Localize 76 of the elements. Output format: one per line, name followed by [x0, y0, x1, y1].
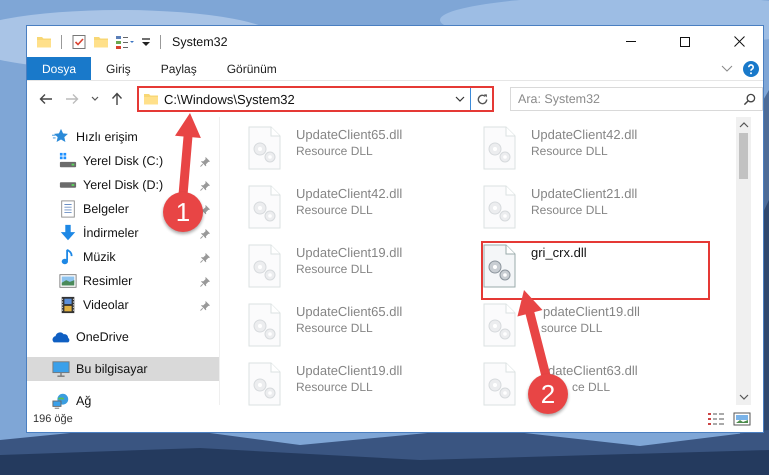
refresh-icon[interactable] [476, 92, 489, 106]
window-title: System32 [172, 34, 228, 48]
large-icons-view-icon[interactable] [733, 412, 751, 426]
pin-icon[interactable] [200, 300, 211, 310]
back-arrow-icon[interactable] [39, 93, 53, 105]
sidebar-item[interactable]: İndirmeler [83, 226, 139, 240]
file-item[interactable]: gri_crx.dll [481, 241, 710, 300]
scrollbar[interactable] [736, 117, 751, 405]
pin-icon[interactable] [200, 276, 211, 286]
ribbon-tab[interactable]: Paylaş [146, 57, 212, 80]
file-name: UpdateClient65.dll [296, 127, 402, 142]
file-type: Resource DLL [296, 262, 373, 276]
file-name: UpdateClient19.dll [296, 363, 402, 378]
drive-icon [59, 152, 77, 170]
scroll-up-icon[interactable] [738, 122, 748, 128]
close-icon [734, 36, 744, 47]
drive-icon [59, 181, 77, 189]
checklist-icon[interactable] [71, 34, 87, 50]
address-bar[interactable]: C:\Windows\System32 [137, 86, 494, 112]
file-name: gri_crx.dll [531, 245, 587, 260]
pin-icon[interactable] [200, 252, 211, 262]
file-type: Resource DLL [531, 144, 608, 158]
file-type: Resource DLL [296, 380, 373, 394]
file-type: Resource DLL [296, 144, 373, 158]
chevron-down-icon[interactable] [91, 96, 99, 102]
chevron-down-icon[interactable] [455, 96, 465, 102]
file-name: UpdateClient21.dll [531, 186, 638, 201]
sidebar-item[interactable]: Videolar [83, 298, 129, 312]
file-name: UpdateClient65.dll [296, 304, 402, 319]
item-count: 196 öğe [33, 412, 73, 424]
pin-icon[interactable] [200, 228, 211, 238]
ribbon-tab[interactable]: Görünüm [212, 57, 292, 80]
film-icon [59, 296, 77, 314]
sidebar-item[interactable]: OneDrive [76, 330, 129, 344]
sidebar-item[interactable]: Ağ [76, 394, 92, 408]
document-icon [59, 200, 77, 218]
file-name: pdateClient19.dll [543, 304, 640, 319]
sidebar-item[interactable]: Belgeler [83, 202, 129, 216]
minimize-icon [626, 41, 636, 42]
file-type: source DLL [541, 321, 602, 335]
file-name: UpdateClient19.dll [296, 245, 402, 260]
monitor-icon [52, 360, 70, 378]
file-type: Resource DLL [531, 203, 608, 217]
sidebar-item[interactable]: Resimler [83, 274, 132, 288]
properties-icon[interactable] [115, 34, 135, 50]
network-icon [52, 392, 70, 410]
caret-icon[interactable] [141, 36, 151, 46]
address-path: C:\Windows\System32 [164, 92, 295, 106]
folder-icon [143, 91, 159, 107]
scroll-down-icon[interactable] [738, 394, 748, 400]
file-name: UpdateClient42.dll [296, 186, 402, 201]
help-icon[interactable] [743, 60, 759, 76]
file-type: ce DLL [572, 380, 610, 394]
file-name: UpdateClient42.dll [531, 127, 638, 142]
sidebar-item[interactable]: Müzik [83, 250, 116, 264]
ribbon-tab[interactable]: Giriş [91, 57, 146, 80]
up-arrow-icon[interactable] [111, 92, 123, 106]
sidebar-item[interactable]: Bu bilgisayar [76, 362, 148, 376]
sidebar-selection[interactable]: Bu bilgisayar [27, 357, 219, 381]
forward-arrow-icon [65, 93, 79, 105]
search-icon[interactable] [743, 93, 756, 106]
image-icon [59, 272, 77, 290]
sidebar-item[interactable]: Yerel Disk (D:) [83, 178, 164, 192]
file-type: Resource DLL [296, 203, 373, 217]
maximize-icon [680, 36, 690, 46]
pin-icon[interactable] [200, 156, 211, 166]
download-arrow-icon [59, 224, 77, 242]
sidebar-item[interactable]: Yerel Disk (C:) [83, 154, 164, 168]
pin-icon[interactable] [200, 180, 211, 190]
scrollbar-thumb[interactable] [739, 133, 748, 179]
ribbon-tab[interactable]: Dosya [27, 57, 92, 80]
details-view-icon[interactable] [707, 412, 725, 426]
dll-file-icon[interactable] [483, 244, 517, 288]
sidebar-item[interactable]: Hızlı erişim [76, 130, 138, 144]
file-type: Resource DLL [296, 321, 373, 335]
search-field[interactable]: Ara: System32 [510, 87, 763, 111]
